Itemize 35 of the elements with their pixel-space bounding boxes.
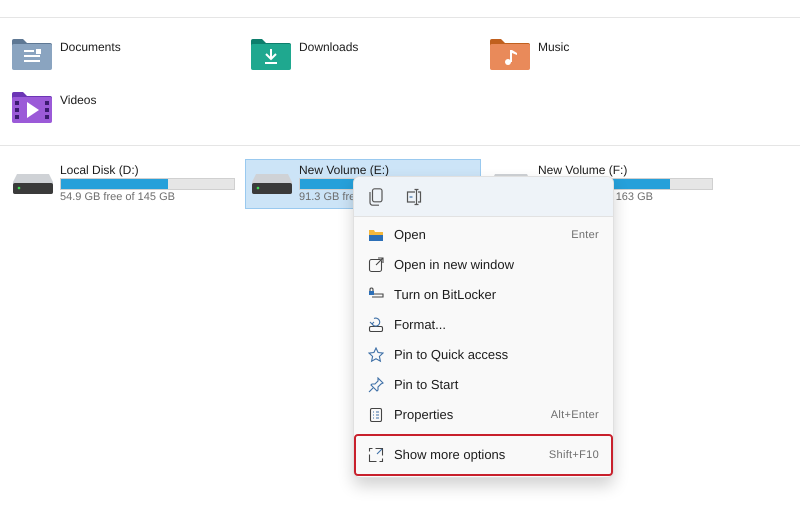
- folder-name[interactable]: Videos: [60, 93, 96, 107]
- menu-item[interactable]: Show more options Shift+F10: [356, 436, 611, 474]
- menu-item[interactable]: Turn on BitLocker: [358, 280, 609, 310]
- drive-name: Local Disk (D:): [60, 164, 140, 177]
- menu-item[interactable]: Pin to Quick access: [358, 340, 609, 370]
- document-folder-icon: [12, 38, 52, 70]
- free-space-text: 54.9 GB free of 145 GB: [60, 190, 175, 204]
- format-drive-icon: [368, 317, 384, 333]
- drive-icon: [252, 174, 292, 194]
- more-options-icon: [368, 447, 384, 463]
- menu-item[interactable]: Properties Alt+Enter: [358, 400, 609, 430]
- folder-name[interactable]: Downloads: [299, 40, 358, 54]
- menu-item[interactable]: Pin to Start: [358, 370, 609, 400]
- drive-name: New Volume (E:): [299, 164, 390, 177]
- folder-name[interactable]: Documents: [60, 40, 121, 54]
- free-space-text: 163 GB: [616, 190, 653, 204]
- rename-icon: [405, 188, 423, 206]
- external-link-icon: [368, 257, 384, 273]
- copy-icon: [369, 188, 383, 206]
- music-folder-icon: [490, 38, 530, 70]
- pin-icon: [368, 377, 384, 393]
- menu-item[interactable]: Format...: [358, 310, 609, 340]
- download-folder-icon: [251, 38, 291, 70]
- menu-item[interactable]: Open Enter: [358, 220, 609, 250]
- shortcut-text: Alt+Enter: [550, 408, 599, 423]
- drive-name: New Volume (F:): [538, 164, 628, 177]
- folder-name[interactable]: Music: [538, 40, 570, 54]
- shortcut-text: Enter: [571, 228, 599, 243]
- folder-icon: [368, 227, 384, 243]
- star-icon: [368, 347, 384, 363]
- drive-icon: [13, 174, 53, 194]
- video-folder-icon: [12, 91, 52, 123]
- properties-icon: [368, 407, 384, 423]
- menu-item[interactable]: Open in new window: [358, 250, 609, 280]
- shortcut-text: Shift+F10: [548, 448, 599, 463]
